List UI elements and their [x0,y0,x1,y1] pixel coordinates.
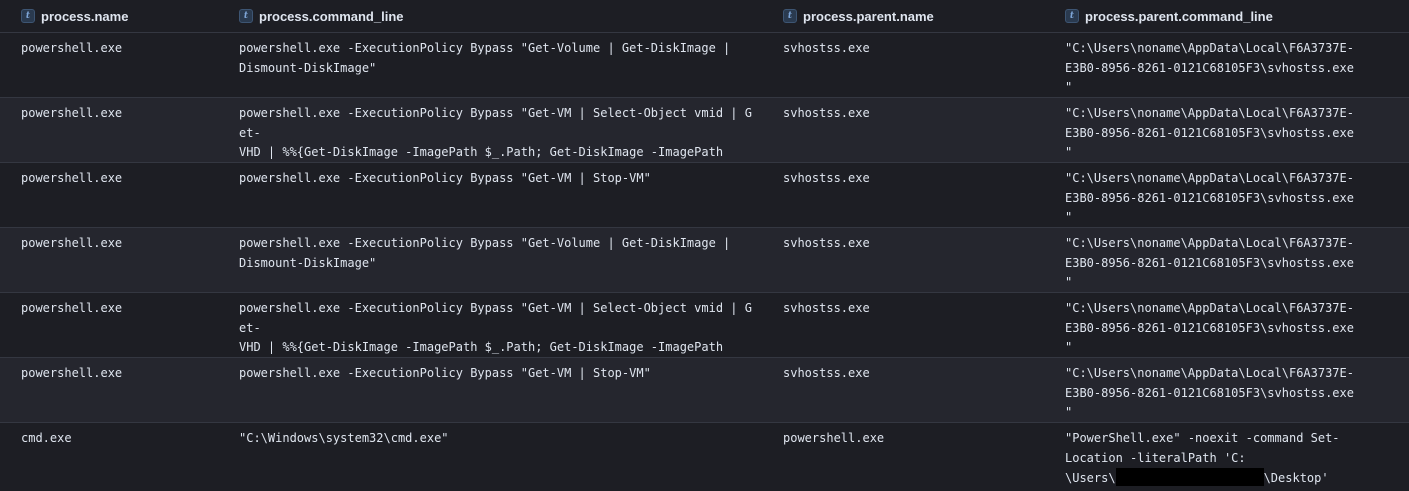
cell-process-name: powershell.exe [21,106,123,120]
column-header-process-command-line[interactable]: t process.command_line [218,0,762,32]
column-header-process-name[interactable]: t process.name [0,0,218,32]
cell-process-parent-command-line: "C:\Users\noname\AppData\Local\F6A3737E-… [1065,41,1354,95]
cell-process-command-line: powershell.exe -ExecutionPolicy Bypass "… [239,366,651,380]
column-header-label: process.parent.command_line [1085,8,1273,24]
cell-process-name: powershell.exe [21,236,123,250]
command-line-suffix: \Desktop' [1263,471,1329,486]
cell-process-command-line: powershell.exe -ExecutionPolicy Bypass "… [239,171,651,185]
cell-process-parent-name: svhostss.exe [783,366,870,380]
table-row[interactable]: powershell.exe powershell.exe -Execution… [0,293,1409,358]
column-header-process-parent-command-line[interactable]: t process.parent.command_line [1044,0,1409,32]
cell-process-parent-name: svhostss.exe [783,301,870,315]
table-row[interactable]: powershell.exe powershell.exe -Execution… [0,98,1409,163]
cell-process-command-line: "C:\Windows\system32\cmd.exe" [239,431,449,445]
grid-header: t process.name t process.command_line t … [0,0,1409,33]
column-header-label: process.name [41,8,129,24]
table-row[interactable]: powershell.exe powershell.exe -Execution… [0,358,1409,423]
cell-process-parent-name: svhostss.exe [783,106,870,120]
cell-process-command-line: powershell.exe -ExecutionPolicy Bypass "… [239,106,752,160]
cell-process-parent-command-line: "PowerShell.exe" -noexit -command Set- L… [1044,423,1409,489]
table-row[interactable]: powershell.exe powershell.exe -Execution… [0,163,1409,228]
cell-process-parent-command-line: "C:\Users\noname\AppData\Local\F6A3737E-… [1065,171,1354,225]
column-header-label: process.parent.name [803,8,934,24]
cell-process-name: cmd.exe [21,431,72,445]
column-header-process-parent-name[interactable]: t process.parent.name [762,0,1044,32]
cell-process-parent-command-line: "C:\Users\noname\AppData\Local\F6A3737E-… [1065,106,1354,160]
cell-process-parent-name: powershell.exe [783,431,885,445]
table-row[interactable]: powershell.exe powershell.exe -Execution… [0,33,1409,98]
column-header-label: process.command_line [259,8,404,24]
string-type-icon: t [783,9,797,23]
cell-process-parent-command-line: "C:\Users\noname\AppData\Local\F6A3737E-… [1065,236,1354,290]
cell-process-name: powershell.exe [21,301,123,315]
cell-process-parent-name: svhostss.exe [783,41,870,55]
table-row[interactable]: cmd.exe "C:\Windows\system32\cmd.exe" po… [0,423,1409,489]
cell-process-name: powershell.exe [21,171,123,185]
cell-process-command-line: powershell.exe -ExecutionPolicy Bypass "… [239,41,731,75]
data-grid: t process.name t process.command_line t … [0,0,1409,491]
cell-process-parent-name: svhostss.exe [783,171,870,185]
cell-process-command-line: powershell.exe -ExecutionPolicy Bypass "… [239,301,752,355]
cell-process-command-line: powershell.exe -ExecutionPolicy Bypass "… [239,236,731,270]
table-row[interactable]: powershell.exe powershell.exe -Execution… [0,228,1409,293]
string-type-icon: t [239,9,253,23]
string-type-icon: t [1065,9,1079,23]
cell-process-name: powershell.exe [21,41,123,55]
cell-process-name: powershell.exe [21,366,123,380]
cell-process-parent-command-line: "C:\Users\noname\AppData\Local\F6A3737E-… [1065,366,1354,420]
cell-process-parent-name: svhostss.exe [783,236,870,250]
cell-process-parent-command-line: "C:\Users\noname\AppData\Local\F6A3737E-… [1065,301,1354,355]
string-type-icon: t [21,9,35,23]
redaction-box [1115,468,1264,487]
